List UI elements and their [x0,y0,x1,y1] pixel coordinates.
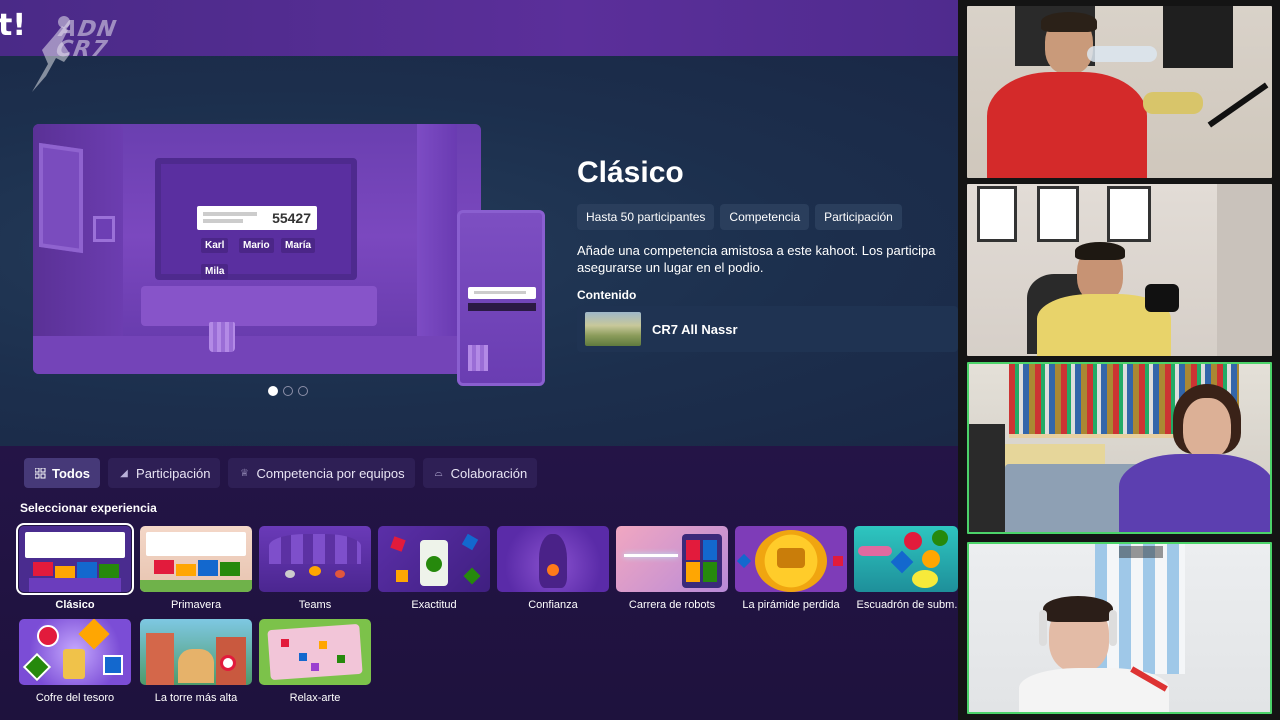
mode-description: Añade una competencia amistosa a este ka… [577,243,936,275]
tab-label: Colaboración [450,465,528,481]
tab-colaboracion[interactable]: ⌓ Colaboración [422,458,538,488]
content-thumbnail [585,312,641,346]
kahoot-app: t! ADN CR7 55427 Karl Mario María Mila C… [0,0,958,720]
tag-badge: Participación [815,204,902,230]
handshake-icon: ⌓ [434,467,443,479]
score-value: 55427 [272,210,311,226]
player-name-tag: Mila [201,264,229,279]
tab-label: Todos [52,465,91,481]
mode-preview-image: 55427 Karl Mario María Mila [33,124,481,374]
experience-label: Confianza [528,599,578,611]
filter-tabs: Todos ◢ Participación ♕ Competencia por … [24,458,538,488]
tab-label: Participación [136,465,211,481]
tab-competencia-equipos[interactable]: ♕ Competencia por equipos [228,458,415,488]
video-tile-participant-1[interactable] [967,6,1272,178]
scoreboard-card: 55427 [197,206,317,230]
video-call-panel [958,0,1280,720]
tab-todos[interactable]: Todos [24,458,101,488]
experience-card-relax-arte[interactable]: Relax-arte [259,619,371,704]
mode-tags: Hasta 50 participantes Competencia Parti… [577,204,958,230]
experience-card-primavera[interactable]: Primavera [140,526,252,611]
phone-preview [457,210,545,386]
trophy-icon: ♕ [239,467,249,479]
video-tile-participant-3[interactable] [967,362,1272,534]
content-title: CR7 All Nassr [652,322,738,337]
player-name-tag: María [281,238,316,253]
select-experience-label: Seleccionar experiencia [20,501,157,515]
video-tile-participant-4[interactable] [967,542,1272,714]
carousel-dot[interactable] [298,386,308,396]
mode-title: Clásico [577,156,684,189]
grid-icon [34,467,46,479]
experience-card-confianza[interactable]: Confianza [497,526,609,611]
experience-card-clasico[interactable]: Clásico [16,523,134,611]
experience-label: Cofre del tesoro [35,692,115,704]
mode-detail: Clásico Hasta 50 participantes Competenc… [577,150,958,352]
popcorn-icon [209,322,235,352]
top-bar: t! [0,0,958,56]
carousel-dot[interactable] [268,386,278,396]
tag-badge: Competencia [720,204,810,230]
carousel-dot[interactable] [283,386,293,396]
experience-card-piramide-perdida[interactable]: La pirámide perdida [735,526,847,611]
experience-label: Clásico [55,599,95,611]
tab-label: Competencia por equipos [256,465,405,481]
player-name-tag: Karl [201,238,229,253]
experience-label: Primavera [170,599,222,611]
experience-card-cofre-tesoro[interactable]: Cofre del tesoro [19,619,131,704]
watermark-text: ADN CR7 [54,17,119,62]
experience-card-escuadron-submarino[interactable]: Escuadrón de subm... [854,526,958,611]
experience-card-torre-alta[interactable]: La torre más alta [140,619,252,704]
video-tile-participant-2[interactable] [967,184,1272,356]
player-name-tag: Mario [239,238,274,253]
tab-participacion[interactable]: ◢ Participación [108,458,221,488]
experience-label: Teams [298,599,332,611]
experience-label: Escuadrón de subm... [856,599,958,611]
experience-card-teams[interactable]: Teams [259,526,371,611]
experience-card-carrera-robots[interactable]: Carrera de robots [616,526,728,611]
popcorn-icon [468,345,488,371]
experience-card-exactitud[interactable]: Exactitud [378,526,490,611]
content-label: Contenido [577,288,637,302]
megaphone-icon: ◢ [120,467,128,479]
channel-watermark-logo: ADN CR7 [18,14,130,98]
experience-label: Carrera de robots [628,599,716,611]
experience-label: La pirámide perdida [742,599,840,611]
experience-label: Exactitud [411,599,457,611]
tag-badge: Hasta 50 participantes [577,204,715,230]
experience-label: La torre más alta [154,692,238,704]
experience-label: Relax-arte [289,692,341,704]
carousel-dots [268,386,308,396]
content-item[interactable]: CR7 All Nassr [577,306,958,352]
